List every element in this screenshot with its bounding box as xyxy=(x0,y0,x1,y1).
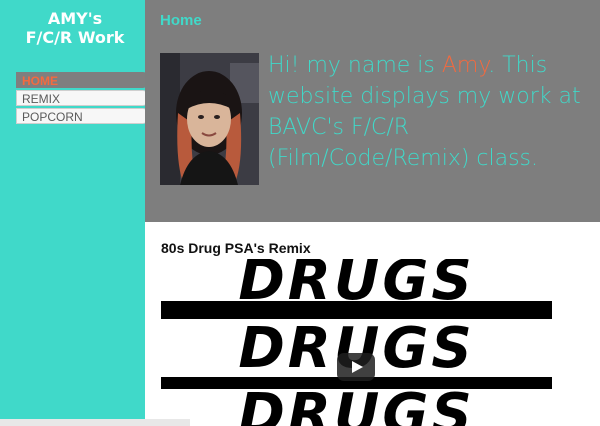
nav-item-popcorn[interactable]: POPCORN xyxy=(16,108,148,124)
intro-text: Hi! my name is Amy. This website display… xyxy=(268,50,598,174)
site-title-line1: AMY's xyxy=(47,9,103,28)
status-bar xyxy=(0,419,190,426)
intro-prefix: Hi! my name is xyxy=(268,53,442,78)
share-icon[interactable]: ↗ xyxy=(528,263,536,273)
info-icon[interactable]: ⓘ xyxy=(538,263,547,273)
nav-item-home[interactable]: HOME xyxy=(16,72,148,88)
nav-item-remix[interactable]: REMIX xyxy=(16,90,148,106)
intro-name: Amy xyxy=(441,53,489,78)
profile-photo xyxy=(160,53,259,185)
video-controls: ↗ ⓘ xyxy=(528,261,547,274)
site-title: AMY's F/C/R Work xyxy=(0,9,150,47)
site-title-line2: F/C/R Work xyxy=(25,28,125,47)
page-title: Home xyxy=(160,12,202,29)
profile-photo-image xyxy=(160,53,259,185)
intro-header: Home Hi! my name is Amy. This website di… xyxy=(145,0,600,222)
video-player[interactable]: DRUGS DRUGS DRUGS ↗ ⓘ xyxy=(161,259,552,426)
play-icon[interactable] xyxy=(337,353,375,381)
video-word-1: DRUGS xyxy=(238,259,475,313)
video-word-3: DRUGS xyxy=(238,382,475,426)
sidebar: AMY's F/C/R Work HOME REMIX POPCORN xyxy=(0,0,148,426)
sidebar-nav: HOME REMIX POPCORN xyxy=(16,72,148,126)
section-title: 80s Drug PSA's Remix xyxy=(161,240,311,256)
